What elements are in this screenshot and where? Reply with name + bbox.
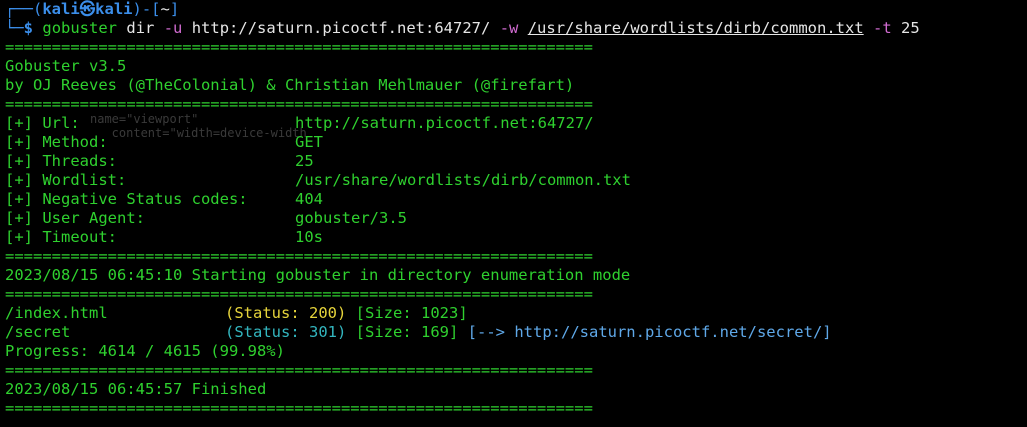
command-flag-wordlist: -w [499,19,519,37]
prompt-host: kali [95,0,133,18]
prompt-corner-top: ┌──( [5,0,43,18]
banner-title: Gobuster v3.5 [5,57,127,75]
command-line[interactable]: └─$ gobuster dir -u http://saturn.picoct… [5,19,1025,38]
prompt-corner-bottom: └─ [5,19,24,37]
separator-line: ========================================… [5,95,593,113]
prompt-user: kali [42,0,80,18]
config-value: 10s [295,228,323,246]
result-path: /index.html [5,304,108,322]
config-value: gobuster/3.5 [295,209,407,227]
finished-message: 2023/08/15 06:45:57 Finished [5,380,267,398]
progress-line: Progress: 4614 / 4615 (99.98%) [5,342,285,360]
config-label: [+] Method: [5,133,108,151]
config-label: [+] Url: [5,114,80,132]
command-subcommand: dir [126,19,155,37]
prompt-directory: ~ [160,0,170,18]
config-row: [+] Url: http://saturn.picoctf.net:64727/ [5,114,1025,133]
separator-line: ========================================… [5,285,593,303]
config-value: 25 [295,152,314,170]
config-value: http://saturn.picoctf.net:64727/ [295,114,594,132]
prompt-header: ┌──(kali㉿kali)-[~] [5,0,1025,19]
command-wordlist: /usr/share/wordlists/dirb/common.txt [527,19,864,37]
command-program: gobuster [42,19,118,37]
command-threads: 25 [901,19,920,37]
kali-at-icon: ㉿ [79,0,96,18]
separator-line: ========================================… [5,38,593,56]
config-row: [+] Wordlist: /usr/share/wordlists/dirb/c… [5,171,1025,190]
terminal-window[interactable]: ┌──(kali㉿kali)-[~] └─$ gobuster dir -u h… [5,0,1025,418]
config-label: [+] Negative Status codes: [5,190,248,208]
config-row: [+] Timeout: 10s [5,228,1025,247]
separator-line: ========================================… [5,361,593,379]
config-value: GET [295,133,323,151]
config-row: [+] Threads: 25 [5,152,1025,171]
banner-authors: by OJ Reeves (@TheColonial) & Christian … [5,76,575,94]
config-value: 404 [295,190,323,208]
prompt-mid: )-[ [132,0,161,18]
separator-line: ========================================… [5,399,593,417]
config-label: [+] Wordlist: [5,171,127,189]
config-label: [+] Timeout: [5,228,117,246]
config-row: [+] Method: GET [5,133,1025,152]
config-label: [+] Threads: [5,152,117,170]
config-label: [+] User Agent: [5,209,145,227]
config-row: [+] Negative Status codes: 404 [5,190,1025,209]
result-row: /secret (Status: 301) [Size: 169] [--> ht… [5,323,1025,342]
prompt-end: ] [169,0,180,18]
command-flag-url: -u [163,19,183,37]
config-row: [+] User Agent: gobuster/3.5 [5,209,1025,228]
result-status: (Status: 200) [225,304,347,322]
command-url: http://saturn.picoctf.net:64727/ [191,19,491,37]
command-flag-threads: -t [873,19,892,37]
result-redirect: [--> http://saturn.picoctf.net/secret/] [467,323,832,341]
result-status: (Status: 301) [225,323,347,341]
separator-line: ========================================… [5,247,593,265]
start-message: 2023/08/15 06:45:10 Starting gobuster in… [5,266,631,284]
result-size: [Size: 169] [355,323,459,341]
config-value: /usr/share/wordlists/dirb/common.txt [295,171,631,189]
result-row: /index.html (Status: 200) [Size: 1023] [5,304,1025,323]
result-path: /secret [5,323,71,341]
prompt-dollar: $ [23,19,34,37]
result-size: [Size: 1023] [355,304,468,322]
